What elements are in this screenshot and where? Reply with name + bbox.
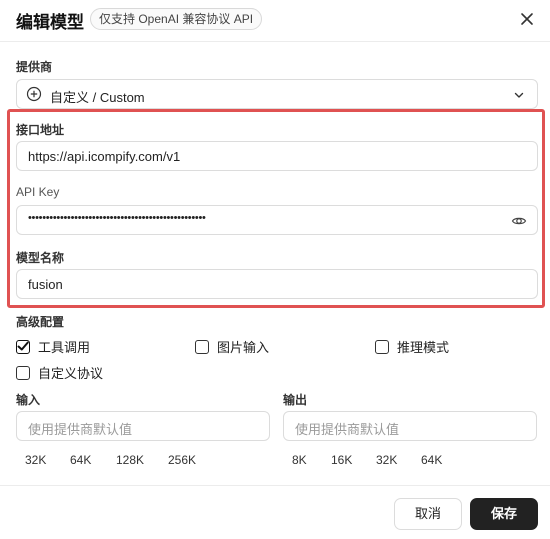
input-context-field[interactable]: 使用提供商默认值 — [16, 411, 270, 441]
cancel-button[interactable]: 取消 — [394, 498, 462, 530]
checkbox[interactable] — [195, 339, 209, 354]
endpoint-value: https://api.icompify.com/v1 — [28, 149, 181, 164]
provider-label: 提供商 — [16, 60, 53, 74]
input-context-label: 输入 — [16, 393, 41, 407]
dialog-header: 编辑模型 仅支持 OpenAI 兼容协议 API — [0, 0, 550, 42]
checkbox[interactable] — [375, 339, 389, 354]
model-name-input[interactable]: fusion — [16, 269, 538, 299]
input-preset-64k[interactable]: 64K — [70, 453, 91, 467]
option-reasoning-mode[interactable]: 推理模式 — [375, 337, 449, 356]
input-preset-256k[interactable]: 256K — [168, 453, 196, 467]
endpoint-input[interactable]: https://api.icompify.com/v1 — [16, 141, 538, 171]
output-preset-16k[interactable]: 16K — [331, 453, 352, 467]
output-context-field[interactable]: 使用提供商默认值 — [283, 411, 537, 441]
option-label: 自定义协议 — [38, 366, 104, 381]
endpoint-label: 接口地址 — [16, 123, 65, 137]
input-preset-128k[interactable]: 128K — [116, 453, 144, 467]
output-preset-8k[interactable]: 8K — [292, 453, 307, 467]
option-label: 工具调用 — [38, 340, 91, 355]
chevron-down-icon — [514, 92, 524, 98]
output-preset-32k[interactable]: 32K — [376, 453, 397, 467]
footer-divider — [0, 485, 550, 486]
check-icon — [17, 341, 29, 350]
plus-circle-icon — [26, 86, 42, 102]
checkbox[interactable] — [16, 365, 30, 380]
api-key-input[interactable]: ••••••••••••••••••••••••••••••••••••••••… — [16, 205, 538, 235]
model-name-value: fusion — [28, 277, 63, 292]
output-context-label: 输出 — [283, 393, 308, 407]
provider-select[interactable]: 自定义 / Custom — [16, 79, 538, 109]
option-tool-calling[interactable]: 工具调用 — [16, 337, 90, 356]
provider-select-value: 自定义 / Custom — [50, 90, 145, 105]
api-key-masked-value: ••••••••••••••••••••••••••••••••••••••••… — [28, 212, 206, 224]
input-context-placeholder: 使用提供商默认值 — [28, 422, 133, 437]
api-key-label: API Key — [16, 185, 60, 199]
output-preset-64k[interactable]: 64K — [421, 453, 442, 467]
save-button[interactable]: 保存 — [470, 498, 538, 530]
close-button[interactable] — [518, 10, 536, 28]
eye-icon[interactable] — [511, 213, 527, 229]
option-image-input[interactable]: 图片输入 — [195, 337, 269, 356]
checkbox[interactable] — [16, 339, 30, 354]
input-preset-32k[interactable]: 32K — [25, 453, 46, 467]
compat-badge: 仅支持 OpenAI 兼容协议 API — [90, 8, 263, 30]
close-icon — [521, 13, 533, 25]
dialog-title: 编辑模型 — [16, 13, 84, 32]
option-label: 图片输入 — [217, 340, 270, 355]
advanced-config-label: 高级配置 — [16, 315, 65, 329]
option-custom-protocol[interactable]: 自定义协议 — [16, 363, 103, 382]
model-name-label: 模型名称 — [16, 251, 65, 265]
output-context-placeholder: 使用提供商默认值 — [295, 422, 400, 437]
option-label: 推理模式 — [397, 340, 450, 355]
